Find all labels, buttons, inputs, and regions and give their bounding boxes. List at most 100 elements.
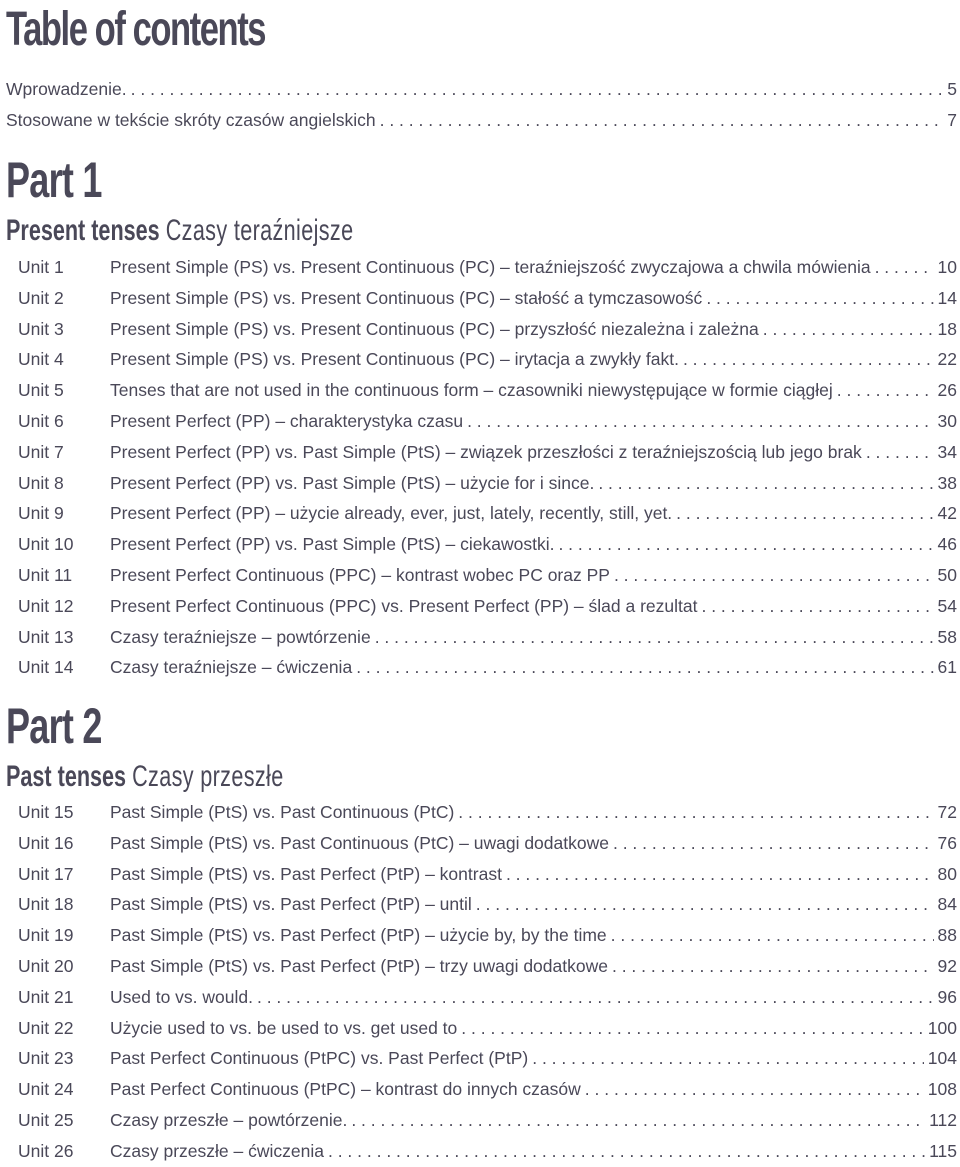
entry-title: Past Perfect Continuous (PtPC) vs. Past … <box>110 1048 529 1069</box>
dot-leader <box>614 560 934 590</box>
page-number: 50 <box>937 565 957 585</box>
entry-title: Czasy teraźniejsze – powtórzenie <box>110 626 371 647</box>
toc-entry-intro[interactable]: Wprowadzenie. 5 <box>0 74 960 104</box>
subtitle-polish: Czasy przeszłe <box>132 760 284 793</box>
page-title: Table of contents <box>6 3 266 56</box>
page-number: 10 <box>937 257 957 277</box>
unit-label: Unit 16 <box>18 832 74 853</box>
toc-entry-unit[interactable]: Unit 21 Used to vs. would. 96 <box>0 982 960 1012</box>
unit-label: Unit 9 <box>18 503 64 524</box>
toc-entry-unit[interactable]: Unit 20 Past Simple (PtS) vs. Past Perfec… <box>0 951 960 981</box>
dot-leader <box>467 406 933 436</box>
page-number: 30 <box>937 411 957 431</box>
toc-entry-unit[interactable]: Unit 2 Present Simple (PS) vs. Present Co… <box>0 283 960 313</box>
toc-entry-unit[interactable]: Unit 19 Past Simple (PtS) vs. Past Perfec… <box>0 920 960 950</box>
page-number: 72 <box>937 802 957 822</box>
entry-title: Past Simple (PtS) vs. Past Continuous (P… <box>110 832 609 853</box>
entry-title: Present Simple (PS) vs. Present Continuo… <box>110 257 871 277</box>
entry-title: Past Simple (PtS) vs. Past Perfect (PtP)… <box>110 863 502 884</box>
entry-title: Present Perfect (PP) vs. Past Simple (Pt… <box>110 441 862 462</box>
entry-title: Użycie used to vs. be used to vs. get us… <box>110 1017 458 1038</box>
toc-entry-unit[interactable]: Unit 7 Present Perfect (PP) vs. Past Simp… <box>0 437 960 467</box>
unit-label: Unit 11 <box>18 565 73 585</box>
toc-entry-unit[interactable]: Unit 12 Present Perfect Continuous (PPC) … <box>0 591 960 621</box>
dot-leader <box>351 1105 925 1135</box>
part-1-subtitle: Present tenses Czasy teraźniejsze <box>6 214 353 248</box>
entry-title: Czasy przeszłe – powtórzenie. <box>110 1110 348 1130</box>
unit-label: Unit 1 <box>18 257 64 277</box>
toc-entry-unit[interactable]: Unit 23 Past Perfect Continuous (PtPC) vs… <box>0 1043 960 1073</box>
dot-leader <box>706 283 933 313</box>
toc-entry-unit[interactable]: Unit 3 Present Simple (PS) vs. Present Co… <box>0 314 960 344</box>
unit-label: Unit 20 <box>18 956 74 976</box>
page-number: 88 <box>937 925 957 946</box>
dot-leader <box>875 252 934 282</box>
toc-entry-unit[interactable]: Unit 10 Present Perfect (PP) vs. Past Sim… <box>0 529 960 559</box>
page-number: 104 <box>927 1048 957 1069</box>
subtitle-english: Present tenses <box>6 214 160 247</box>
entry-title: Present Simple (PS) vs. Present Continuo… <box>110 318 759 339</box>
entry-title: Present Perfect Continuous (PPC) vs. Pre… <box>110 595 698 616</box>
unit-label: Unit 13 <box>18 626 74 647</box>
dot-leader <box>866 437 934 467</box>
entry-title: Past Simple (PtS) vs. Past Perfect (PtP)… <box>110 956 608 976</box>
dot-leader <box>506 859 934 889</box>
toc-entry-unit[interactable]: Unit 13 Czasy teraźniejsze – powtórzenie 5… <box>0 622 960 652</box>
toc-entry-unit[interactable]: Unit 8 Present Perfect (PP) vs. Past Simp… <box>0 468 960 498</box>
toc-entry-unit[interactable]: Unit 16 Past Simple (PtS) vs. Past Contin… <box>0 828 960 858</box>
toc-entry-unit[interactable]: Unit 14 Czasy teraźniejsze – ćwiczenia 61 <box>0 652 960 682</box>
dot-leader <box>837 375 934 405</box>
unit-label: Unit 12 <box>18 595 74 616</box>
page-number: 112 <box>929 1110 957 1130</box>
page-number: 38 <box>937 472 957 493</box>
entry-title: Past Simple (PtS) vs. Past Perfect (PtP)… <box>110 894 472 915</box>
entry-title: Present Simple (PS) vs. Present Continuo… <box>110 287 703 308</box>
toc-entry-unit[interactable]: Unit 15 Past Simple (PtS) vs. Past Contin… <box>0 797 960 827</box>
toc-entry-unit[interactable]: Unit 24 Past Perfect Continuous (PtPC) – … <box>0 1074 960 1104</box>
page-number: 26 <box>937 380 957 401</box>
entry-title: Present Perfect (PP) – użycie already, e… <box>110 503 673 524</box>
entry-title: Present Perfect Continuous (PPC) – kontr… <box>110 565 610 585</box>
toc-entry-unit[interactable]: Unit 11 Present Perfect Continuous (PPC) … <box>0 560 960 590</box>
toc-entry-unit[interactable]: Unit 22 Użycie used to vs. be used to vs.… <box>0 1013 960 1043</box>
part-2-title: Part 2 <box>6 698 102 754</box>
toc-entry-unit[interactable]: Unit 17 Past Simple (PtS) vs. Past Perfec… <box>0 859 960 889</box>
toc-entry-unit[interactable]: Unit 9 Present Perfect (PP) – użycie alre… <box>0 498 960 528</box>
toc-entry-abbreviations[interactable]: Stosowane w tekście skróty czasów angiel… <box>0 105 960 135</box>
unit-label: Unit 26 <box>18 1140 74 1161</box>
entry-title: Past Simple (PtS) vs. Past Continuous (P… <box>110 802 455 822</box>
unit-label: Unit 7 <box>18 441 64 462</box>
unit-label: Unit 10 <box>18 534 74 555</box>
entry-title: Used to vs. would. <box>110 986 253 1007</box>
toc-entry-unit[interactable]: Unit 4 Present Simple (PS) vs. Present Co… <box>0 344 960 374</box>
page-number: 22 <box>937 349 957 370</box>
unit-label: Unit 21 <box>18 986 74 1007</box>
page-number: 61 <box>937 657 957 678</box>
toc-entry-unit[interactable]: Unit 18 Past Simple (PtS) vs. Past Perfec… <box>0 889 960 919</box>
page-number: 58 <box>937 626 957 647</box>
dot-leader <box>458 797 933 827</box>
dot-leader <box>532 1043 924 1073</box>
page-number: 100 <box>927 1017 957 1038</box>
unit-label: Unit 15 <box>18 802 74 822</box>
toc-entry-unit[interactable]: Unit 5 Tenses that are not used in the co… <box>0 375 960 405</box>
page-number: 14 <box>937 287 957 308</box>
unit-label: Unit 17 <box>18 863 74 884</box>
toc-entry-unit[interactable]: Unit 1 Present Simple (PS) vs. Present Co… <box>0 252 960 282</box>
part-2-subtitle: Past tenses Czasy przeszłe <box>6 760 284 794</box>
dot-leader <box>683 344 934 374</box>
unit-label: Unit 14 <box>18 657 74 678</box>
page-number: 46 <box>937 534 957 555</box>
entry-title: Czasy przeszłe – ćwiczenia <box>110 1140 324 1161</box>
toc-entry-unit[interactable]: Unit 25 Czasy przeszłe – powtórzenie. 112 <box>0 1105 960 1135</box>
unit-label: Unit 4 <box>18 349 64 370</box>
page-number: 84 <box>937 894 957 915</box>
dot-leader <box>375 622 934 652</box>
unit-label: Unit 23 <box>18 1048 74 1069</box>
unit-label: Unit 3 <box>18 318 64 339</box>
unit-label: Unit 22 <box>18 1017 74 1038</box>
subtitle-polish: Czasy teraźniejsze <box>165 214 354 247</box>
toc-entry-unit[interactable]: Unit 26 Czasy przeszłe – ćwiczenia 115 <box>0 1136 960 1166</box>
toc-entry-unit[interactable]: Unit 6 Present Perfect (PP) – charakterys… <box>0 406 960 436</box>
dot-leader <box>257 982 934 1012</box>
